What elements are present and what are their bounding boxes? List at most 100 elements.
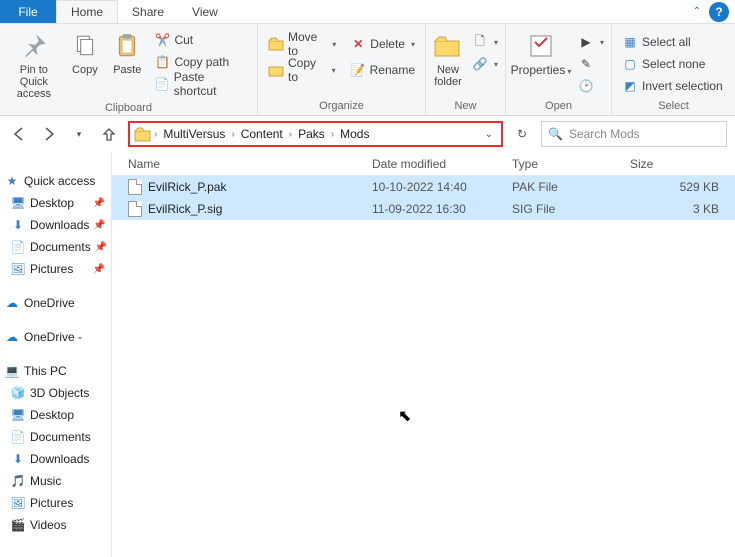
cloud-icon: ☁: [4, 295, 20, 311]
tab-file[interactable]: File: [0, 0, 56, 23]
group-new-label: New: [426, 98, 505, 115]
copy-path-button[interactable]: 📋Copy path: [150, 52, 251, 72]
group-open-label: Open: [506, 98, 611, 115]
sidebar-item-3dobjects[interactable]: 🧊3D Objects: [0, 382, 111, 404]
search-placeholder: Search Mods: [569, 127, 640, 141]
search-input[interactable]: 🔍 Search Mods: [541, 121, 727, 147]
menu-tabs: File Home Share View ⌃ ?: [0, 0, 735, 24]
paste-shortcut-button[interactable]: 📄Paste shortcut: [150, 74, 251, 94]
new-item-button[interactable]: 🗋▾: [468, 32, 502, 52]
pin-icon: 📌: [93, 264, 105, 275]
select-all-icon: ▦: [622, 34, 638, 50]
col-size[interactable]: Size: [630, 157, 735, 171]
file-list: Name Date modified Type Size EvilRick_P.…: [112, 152, 735, 557]
tab-home[interactable]: Home: [56, 0, 118, 23]
file-row[interactable]: EvilRick_P.sig 11-09-2022 16:30 SIG File…: [112, 198, 735, 220]
pc-icon: 💻: [4, 363, 20, 379]
file-icon: [128, 179, 142, 195]
copy-icon: [69, 30, 101, 62]
forward-button[interactable]: [38, 123, 60, 145]
chevron-right-icon[interactable]: ›: [289, 129, 292, 140]
file-date: 10-10-2022 14:40: [372, 180, 512, 194]
back-button[interactable]: [8, 123, 30, 145]
sidebar-item-downloads[interactable]: ⬇Downloads📌: [0, 214, 111, 236]
recent-locations-button[interactable]: ▾: [68, 123, 90, 145]
easy-access-button[interactable]: 🔗▾: [468, 54, 502, 74]
delete-icon: ✕: [350, 36, 366, 52]
chevron-down-icon: ▾: [411, 40, 415, 49]
help-icon[interactable]: ?: [709, 2, 729, 22]
documents-icon: 📄: [10, 239, 26, 255]
pin-icon: 📌: [93, 198, 105, 209]
properties-icon: [525, 30, 557, 62]
sidebar-item-pictures2[interactable]: 🖼Pictures: [0, 492, 111, 514]
tab-share[interactable]: Share: [118, 0, 178, 23]
sidebar-this-pc[interactable]: 💻This PC: [0, 360, 111, 382]
delete-button[interactable]: ✕Delete▾: [346, 34, 419, 54]
folder-icon: [134, 125, 152, 143]
address-dropdown-icon[interactable]: ⌄: [481, 129, 497, 140]
file-type: PAK File: [512, 180, 630, 194]
properties-button[interactable]: Properties▾: [512, 28, 570, 78]
sidebar-item-documents2[interactable]: 📄Documents: [0, 426, 111, 448]
open-button[interactable]: ▶▾: [574, 32, 608, 52]
chevron-down-icon: ▾: [332, 66, 336, 75]
rename-button[interactable]: 📝Rename: [346, 60, 419, 80]
address-bar-row: ▾ › MultiVersus › Content › Paks › Mods …: [0, 116, 735, 152]
music-icon: 🎵: [10, 473, 26, 489]
downloads-icon: ⬇: [10, 217, 26, 233]
chevron-right-icon[interactable]: ›: [154, 129, 157, 140]
crumb[interactable]: Content: [237, 127, 287, 141]
select-none-icon: ▢: [622, 56, 638, 72]
sidebar-item-pictures[interactable]: 🖼Pictures📌: [0, 258, 111, 280]
open-icon: ▶: [578, 34, 594, 50]
sidebar-item-desktop[interactable]: 🖥Desktop📌: [0, 192, 111, 214]
desktop-icon: 🖥: [10, 407, 26, 423]
easy-access-icon: 🔗: [472, 56, 488, 72]
tab-view[interactable]: View: [178, 0, 232, 23]
collapse-ribbon-icon[interactable]: ⌃: [693, 6, 701, 17]
crumb[interactable]: MultiVersus: [159, 127, 229, 141]
refresh-button[interactable]: ↻: [511, 127, 533, 141]
edit-button[interactable]: ✎: [574, 54, 608, 74]
new-folder-button[interactable]: New folder: [432, 28, 464, 88]
sidebar-quick-access[interactable]: ★Quick access: [0, 170, 111, 192]
navigation-pane[interactable]: ★Quick access 🖥Desktop📌 ⬇Downloads📌 📄Doc…: [0, 152, 112, 557]
copy-button[interactable]: Copy: [66, 28, 104, 76]
cut-button[interactable]: ✂️Cut: [150, 30, 251, 50]
chevron-right-icon[interactable]: ›: [331, 129, 334, 140]
sidebar-onedrive[interactable]: ☁OneDrive: [0, 292, 111, 314]
column-headers[interactable]: Name Date modified Type Size: [112, 152, 735, 176]
sidebar-item-music[interactable]: 🎵Music: [0, 470, 111, 492]
pin-icon: 📌: [95, 242, 107, 253]
desktop-icon: 🖥: [10, 195, 26, 211]
sidebar-item-downloads2[interactable]: ⬇Downloads: [0, 448, 111, 470]
history-button[interactable]: 🕑: [574, 76, 608, 96]
ribbon: Pin to Quick access Copy Paste ✂️Cut 📋Co…: [0, 24, 735, 116]
file-row[interactable]: EvilRick_P.pak 10-10-2022 14:40 PAK File…: [112, 176, 735, 198]
address-bar[interactable]: › MultiVersus › Content › Paks › Mods ⌄: [128, 121, 503, 147]
col-name[interactable]: Name: [112, 157, 372, 171]
group-organize-label: Organize: [258, 98, 425, 115]
select-all-button[interactable]: ▦Select all: [618, 32, 727, 52]
col-date[interactable]: Date modified: [372, 157, 512, 171]
crumb[interactable]: Mods: [336, 127, 373, 141]
sidebar-item-videos[interactable]: 🎬Videos: [0, 514, 111, 536]
main-area: ★Quick access 🖥Desktop📌 ⬇Downloads📌 📄Doc…: [0, 152, 735, 557]
select-none-button[interactable]: ▢Select none: [618, 54, 727, 74]
sidebar-item-desktop2[interactable]: 🖥Desktop: [0, 404, 111, 426]
sidebar-item-documents[interactable]: 📄Documents📌: [0, 236, 111, 258]
invert-selection-button[interactable]: ◩Invert selection: [618, 76, 727, 96]
col-type[interactable]: Type: [512, 157, 630, 171]
chevron-right-icon[interactable]: ›: [231, 129, 234, 140]
copy-to-button[interactable]: Copy to▾: [264, 60, 340, 80]
paste-button[interactable]: Paste: [108, 28, 146, 76]
history-icon: 🕑: [578, 78, 594, 94]
pin-quick-access-button[interactable]: Pin to Quick access: [6, 28, 62, 100]
move-to-button[interactable]: Move to▾: [264, 34, 340, 54]
crumb[interactable]: Paks: [294, 127, 329, 141]
sidebar-onedrive-personal[interactable]: ☁OneDrive -: [0, 326, 111, 348]
move-icon: [268, 36, 284, 52]
group-select-label: Select: [612, 98, 735, 115]
up-button[interactable]: [98, 123, 120, 145]
